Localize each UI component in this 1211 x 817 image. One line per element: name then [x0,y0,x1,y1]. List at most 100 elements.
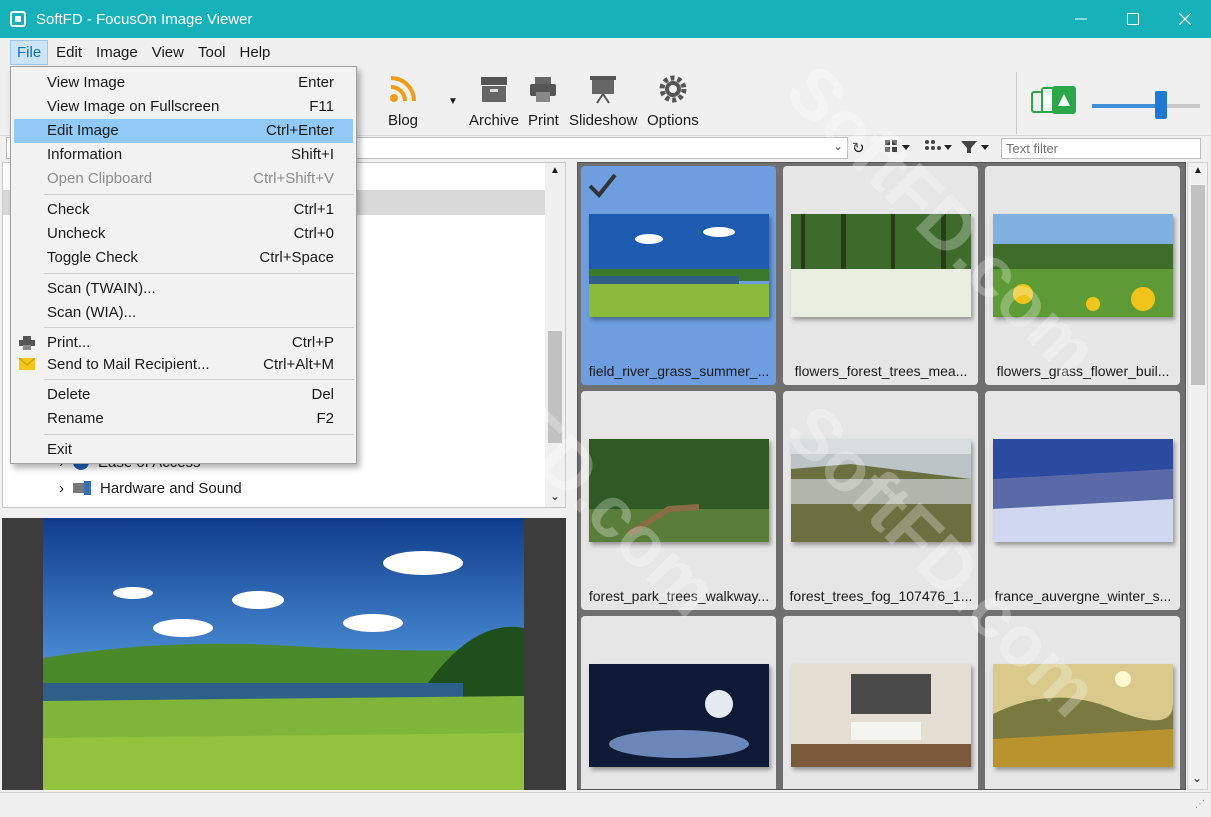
print-label: Print [528,112,559,129]
thumbnail-item[interactable]: forest_park_trees_walkway... [581,391,776,610]
slideshow-label: Slideshow [569,112,638,129]
chevron-down-icon: ⌄ [832,139,843,153]
close-icon [1179,13,1191,25]
thumbnail-scroll-thumb[interactable] [1191,185,1205,385]
thumbnail-image [993,214,1173,317]
menu-item-exit[interactable]: Exit [14,438,353,462]
thumbnail-size-icon[interactable] [1030,84,1078,121]
title-bar: SoftFD - FocusOn Image Viewer [0,0,1211,38]
thumbnail-image [791,439,971,542]
thumbnail-item[interactable]: forest_trees_fog_107476_1... [783,391,978,610]
gear-icon [659,75,687,103]
menu-help[interactable]: Help [234,41,277,64]
grid-view-icon [885,140,910,152]
thumbnail-item[interactable]: field_river_grass_summer_... [581,166,776,385]
scroll-up-icon[interactable]: ▲ [550,165,560,176]
menu-view[interactable]: View [146,41,190,64]
view-mode-button[interactable] [884,139,912,158]
app-icon [10,11,26,27]
preview-image [43,518,524,790]
menu-item-view-fullscreen[interactable]: View Image on Fullscreen F11 [14,95,353,119]
thumbnail-caption: forest_park_trees_walkway... [588,588,770,604]
menu-item-information[interactable]: Information Shift+I [14,143,353,167]
chevron-right-icon: › [59,479,64,497]
thumbnail-image [589,439,769,542]
archive-button[interactable]: Archive [469,74,519,129]
image-preview-pane [2,518,566,790]
tree-scrollbar[interactable]: ▲ ⌄ [545,163,565,507]
thumbnail-item[interactable] [985,616,1180,789]
menu-edit[interactable]: Edit [50,41,88,64]
slideshow-icon [590,76,617,104]
thumbnail-item[interactable] [783,616,978,789]
thumbnail-image [791,214,971,317]
minimize-button[interactable] [1055,0,1107,38]
thumbnail-image [993,439,1173,542]
thumbnail-caption: field_river_grass_summer_... [588,363,770,379]
scroll-up-icon[interactable]: ▲ [1193,165,1203,176]
menu-item-uncheck[interactable]: Uncheck Ctrl+0 [14,222,353,246]
printer-icon [19,336,35,350]
thumbnail-scrollbar[interactable]: ▲ ⌄ [1187,162,1208,790]
menu-item-edit-image[interactable]: Edit Image Ctrl+Enter [14,119,353,143]
menu-separator [44,379,354,380]
menu-item-print[interactable]: Print... Ctrl+P [14,331,353,355]
refresh-icon[interactable]: ↻ [852,139,865,157]
slideshow-button[interactable]: Slideshow [569,74,637,129]
options-label: Options [647,112,699,129]
zoom-slider-track[interactable] [1092,104,1200,108]
menu-image[interactable]: Image [90,41,144,64]
thumbnail-caption: france_auvergne_winter_s... [994,588,1172,604]
tree-item-hardware-and-sound[interactable]: › Hardware and Sound [59,479,242,497]
blog-label: Blog [388,112,419,129]
menu-item-send-mail[interactable]: Send to Mail Recipient... Ctrl+Alt+M [14,353,353,377]
resize-grip-icon[interactable]: ⋰ [1195,799,1205,810]
thumbnail-image [589,664,769,767]
maximize-button[interactable] [1107,0,1159,38]
menu-item-open-clipboard: Open Clipboard Ctrl+Shift+V [47,170,334,187]
checkmark-icon[interactable] [587,170,617,200]
menu-separator [44,327,354,328]
sort-button[interactable] [924,139,954,158]
menu-item-scan-wia[interactable]: Scan (WIA)... [14,301,353,325]
thumbnail-image [993,664,1173,767]
tree-item-label: Hardware and Sound [100,479,242,497]
menu-bar: File Edit Image View Tool Help [0,38,1211,66]
print-button[interactable]: Print [528,74,559,129]
menu-separator [44,194,354,195]
scroll-down-icon[interactable]: ⌄ [550,489,560,503]
hardware-sound-icon [73,481,91,495]
thumbnail-item[interactable]: flowers_forest_trees_mea... [783,166,978,385]
menu-item-toggle-check[interactable]: Toggle Check Ctrl+Space [14,246,353,270]
thumbnail-item[interactable] [581,616,776,789]
tree-scroll-thumb[interactable] [548,331,562,443]
thumbnail-image [791,664,971,767]
scroll-down-icon[interactable]: ⌄ [1192,771,1202,785]
menu-file[interactable]: File [10,39,49,65]
menu-item-view-image[interactable]: View Image Enter [14,71,353,95]
toolbar-separator [1016,72,1017,134]
status-bar: ⋰ [0,792,1211,817]
blog-button[interactable]: Blog [388,74,418,129]
menu-item-scan-twain[interactable]: Scan (TWAIN)... [14,277,353,301]
zoom-slider-thumb[interactable] [1155,91,1167,119]
menu-item-rename[interactable]: Rename F2 [14,407,353,431]
file-menu-dropdown: View Image Enter View Image on Fullscreen… [10,66,357,464]
thumbnail-caption: forest_trees_fog_107476_1... [789,588,973,604]
thumbnail-grid[interactable]: field_river_grass_summer_... flowers_for… [577,162,1186,790]
menu-separator [44,434,354,435]
options-button[interactable]: Options [647,74,699,129]
thumbnail-item[interactable]: france_auvergne_winter_s... [985,391,1180,610]
close-button[interactable] [1159,0,1211,38]
archive-label: Archive [469,112,520,129]
menu-item-check[interactable]: Check Ctrl+1 [14,198,353,222]
menu-tool[interactable]: Tool [192,41,232,64]
filter-button[interactable] [960,139,992,158]
menu-item-delete[interactable]: Delete Del [14,383,353,407]
text-filter-input[interactable] [1001,138,1201,159]
thumbnail-item[interactable]: flowers_grass_flower_buil... [985,166,1180,385]
filter-icon [961,141,989,153]
blog-dropdown-arrow[interactable]: ▼ [448,96,458,107]
sort-icon [925,140,952,150]
thumbnail-caption: flowers_forest_trees_mea... [794,363,968,379]
